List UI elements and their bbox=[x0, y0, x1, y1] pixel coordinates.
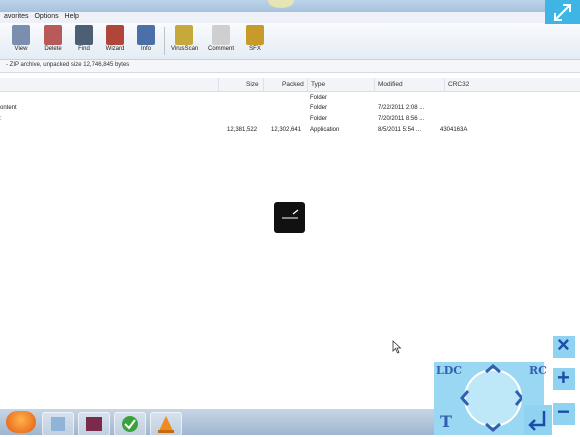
comment-icon bbox=[212, 25, 230, 45]
menu-help[interactable]: Help bbox=[65, 13, 79, 20]
column-separator bbox=[218, 78, 219, 91]
virusscan-icon bbox=[175, 25, 193, 45]
zoom-in-button[interactable]: + bbox=[553, 365, 575, 390]
enter-button[interactable] bbox=[524, 405, 552, 435]
view-button[interactable]: View bbox=[8, 25, 34, 52]
title-glow bbox=[268, 0, 294, 8]
title-bar bbox=[0, 0, 580, 12]
find-button[interactable]: Find bbox=[71, 25, 97, 52]
right-click-button[interactable]: RC bbox=[529, 364, 547, 377]
find-icon bbox=[75, 25, 93, 45]
address-bar: - ZIP archive, unpacked size 12,746,845 … bbox=[0, 60, 580, 73]
close-control-button[interactable]: × bbox=[553, 332, 575, 358]
toolbar-separator bbox=[164, 27, 165, 55]
info-icon bbox=[137, 25, 155, 45]
column-crc32[interactable]: CRC32 bbox=[448, 81, 469, 88]
winrar-icon bbox=[86, 417, 102, 431]
column-type[interactable]: Type bbox=[311, 81, 325, 88]
expand-icon bbox=[554, 4, 571, 21]
taskbar-app-vlc[interactable] bbox=[150, 412, 182, 436]
taskbar-app-explorer[interactable] bbox=[42, 412, 74, 436]
sfx-button[interactable]: SFX bbox=[242, 25, 268, 52]
file-list-header: Size Packed Type Modified CRC32 bbox=[0, 78, 580, 92]
sfx-icon bbox=[246, 25, 264, 45]
column-packed[interactable]: Packed bbox=[282, 81, 304, 88]
overlay-tile[interactable] bbox=[274, 202, 305, 233]
zoom-out-button[interactable]: − bbox=[553, 399, 575, 425]
comment-button[interactable]: Comment bbox=[208, 25, 234, 52]
firefox-icon[interactable] bbox=[6, 411, 36, 433]
taskbar-app-winrar[interactable] bbox=[78, 412, 110, 436]
enter-icon bbox=[528, 411, 546, 431]
fullscreen-button[interactable] bbox=[545, 0, 580, 24]
column-size[interactable]: Size bbox=[246, 81, 259, 88]
virusscan-button[interactable]: VirusScan bbox=[171, 25, 198, 52]
delete-icon bbox=[44, 25, 62, 45]
column-separator bbox=[263, 78, 264, 91]
explorer-icon bbox=[51, 417, 65, 431]
taskbar bbox=[0, 409, 434, 436]
table-row[interactable]: Folder bbox=[0, 94, 580, 104]
menu-favorites[interactable]: avorites bbox=[4, 13, 29, 20]
table-row[interactable]: ontent Folder 7/22/2011 2:08 ... bbox=[0, 104, 580, 114]
row-name-fragment: : bbox=[0, 116, 2, 122]
wizard-button[interactable]: Wizard bbox=[102, 25, 128, 52]
wizard-icon bbox=[106, 25, 124, 45]
column-separator bbox=[307, 78, 308, 91]
mouse-cursor-icon bbox=[392, 340, 402, 354]
column-modified[interactable]: Modified bbox=[378, 81, 403, 88]
toolbar: View Delete Find Wizard Info VirusScan C… bbox=[0, 23, 580, 60]
view-icon bbox=[12, 25, 30, 45]
menu-options[interactable]: Options bbox=[34, 13, 58, 20]
dpad[interactable] bbox=[456, 362, 522, 435]
menu-bar: avorites Options Help bbox=[0, 12, 580, 23]
column-separator bbox=[374, 78, 375, 91]
taskbar-app-check[interactable] bbox=[114, 412, 146, 436]
column-separator bbox=[444, 78, 445, 91]
archive-info: - ZIP archive, unpacked size 12,746,845 … bbox=[6, 62, 130, 68]
checkmark-icon bbox=[122, 416, 138, 432]
info-button[interactable]: Info bbox=[133, 25, 159, 52]
text-input-button[interactable]: T bbox=[440, 412, 452, 431]
vlc-icon bbox=[158, 416, 174, 433]
table-row[interactable]: : Folder 7/20/2011 8:56 ... bbox=[0, 115, 580, 125]
delete-button[interactable]: Delete bbox=[40, 25, 66, 52]
pen-icon bbox=[282, 209, 299, 219]
table-row[interactable]: 12,381,522 12,302,641 Application 8/5/20… bbox=[0, 126, 580, 136]
